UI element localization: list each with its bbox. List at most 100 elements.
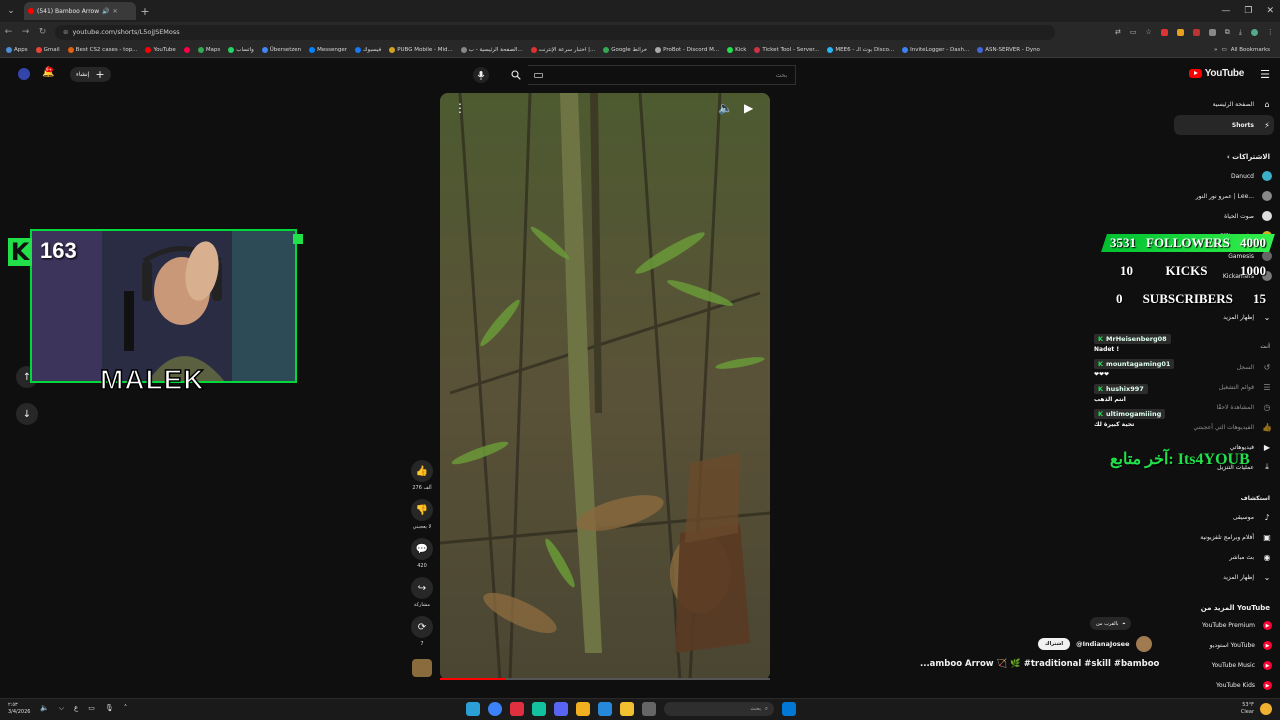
sidebar-item-explore[interactable]: أفلام وبرامج تلفزيونية ▣ bbox=[1200, 532, 1272, 542]
bookmark-item[interactable]: ASN-SERVER - Dyno bbox=[977, 46, 1040, 53]
location-chip[interactable]: بالقرب من ⌖ bbox=[1090, 617, 1132, 630]
voice-search-button[interactable] bbox=[473, 67, 489, 83]
sidebar-item-explore[interactable]: موسيقى ♪ bbox=[1233, 512, 1272, 522]
bookmark-item[interactable]: Kick bbox=[727, 46, 746, 53]
taskbar-clock[interactable]: ٢:٥٣ 3/4/2026 bbox=[8, 702, 30, 716]
site-info-icon[interactable]: ⊜ bbox=[63, 28, 68, 36]
search-input[interactable]: بحث bbox=[528, 65, 796, 85]
extension-shield-icon[interactable] bbox=[1192, 28, 1200, 36]
bookmark-item[interactable]: الصفحة الرئيسية - ب... bbox=[460, 46, 523, 53]
bookmark-item[interactable]: Best CS2 cases - top... bbox=[67, 46, 137, 53]
create-button[interactable]: إنشاء + bbox=[70, 67, 111, 82]
bookmark-item[interactable]: Gmail bbox=[35, 46, 60, 53]
subscriptions-heading[interactable]: ‹ الاشتراكات bbox=[1227, 153, 1270, 161]
windows-start-icon[interactable] bbox=[782, 702, 796, 716]
extensions-puzzle-icon[interactable]: ⧉ bbox=[1225, 28, 1230, 37]
speaker-icon[interactable]: 🔈 bbox=[40, 704, 49, 713]
sidebar-subscription[interactable]: صوت الحياة bbox=[1224, 211, 1272, 221]
account-avatar[interactable] bbox=[18, 68, 30, 80]
bookmark-item[interactable] bbox=[183, 46, 190, 53]
hamburger-menu-icon[interactable]: ☰ bbox=[1260, 68, 1270, 81]
dislike-button[interactable]: 👎 bbox=[411, 499, 433, 521]
like-button[interactable]: 👍 bbox=[411, 460, 433, 482]
bookmark-item[interactable]: YouTube bbox=[145, 46, 176, 53]
sidebar-item-home[interactable]: الصفحة الرئيسية ⌂ bbox=[1213, 99, 1272, 109]
taskview-icon[interactable] bbox=[642, 702, 656, 716]
window-close-icon[interactable]: ✕ bbox=[1266, 6, 1274, 16]
sidebar-subscription[interactable]: عمرو نور النور | Lee... bbox=[1196, 191, 1272, 201]
bookmark-item[interactable]: MEE6 - بوت الـ Disco... bbox=[827, 46, 894, 53]
tab-search-icon[interactable]: ⌄ bbox=[0, 0, 22, 22]
you-heading[interactable]: أنت bbox=[1260, 344, 1270, 350]
bookmark-item[interactable]: Google خرائط bbox=[603, 46, 647, 53]
channel-avatar[interactable] bbox=[1135, 636, 1152, 652]
sidebar-item-more[interactable]: YouTube Kids ▶ bbox=[1216, 681, 1272, 690]
sidebar-item-more[interactable]: استوديو YouTube ▶ bbox=[1210, 641, 1272, 650]
play-icon[interactable]: ▶ bbox=[744, 101, 753, 115]
steam-app-icon[interactable] bbox=[510, 702, 524, 716]
photos-app-icon[interactable] bbox=[576, 702, 590, 716]
tab-audio-icon[interactable]: 🔊 bbox=[102, 8, 109, 15]
sidebar-subscription[interactable]: Gamesis bbox=[1228, 251, 1272, 261]
remix-button[interactable]: ⟳ bbox=[411, 616, 433, 638]
bookmark-item[interactable]: Maps bbox=[197, 46, 220, 53]
edge-app-icon[interactable] bbox=[598, 702, 612, 716]
back-icon[interactable]: ← bbox=[0, 27, 17, 37]
sidebar-item-shorts[interactable]: Shorts ⚡ bbox=[1232, 120, 1272, 130]
bookmark-item[interactable]: ProBot - Discord M... bbox=[655, 46, 719, 53]
bookmark-item[interactable]: Übersetzen bbox=[261, 46, 301, 53]
shorts-video-player[interactable]: ⋮ 🔈 ▶ bbox=[440, 93, 770, 680]
minimize-icon[interactable]: — bbox=[1221, 6, 1230, 16]
sidebar-item-more[interactable]: YouTube Premium ▶ bbox=[1202, 621, 1272, 630]
sidebar-item-more[interactable]: YouTube Music ▶ bbox=[1212, 661, 1272, 670]
tab-close-icon[interactable]: ✕ bbox=[113, 8, 118, 15]
comments-button[interactable]: 💬 bbox=[411, 538, 433, 560]
taskbar-search[interactable]: بحث ⌕ bbox=[664, 702, 774, 716]
extension-orange-icon[interactable] bbox=[1176, 28, 1184, 36]
network-icon[interactable]: ⌵ bbox=[59, 704, 64, 713]
sound-thumbnail[interactable] bbox=[412, 659, 432, 677]
file-explorer-icon[interactable] bbox=[620, 702, 634, 716]
bookmark-item[interactable]: Messenger bbox=[309, 46, 347, 53]
tray-overflow-icon[interactable]: ˄ bbox=[124, 704, 128, 713]
whatsapp-app-icon[interactable] bbox=[532, 702, 546, 716]
youtube-logo[interactable]: YouTube bbox=[1188, 68, 1244, 79]
search-button[interactable] bbox=[506, 65, 526, 85]
new-tab-button[interactable]: + bbox=[136, 5, 154, 18]
weather-widget[interactable]: 53°F Clear bbox=[1241, 702, 1272, 716]
bookmark-item[interactable]: واتساب bbox=[228, 46, 254, 53]
next-short-button[interactable]: ↓ bbox=[16, 403, 38, 425]
discord-app-icon[interactable] bbox=[554, 702, 568, 716]
battery-icon[interactable]: ▭ bbox=[88, 704, 95, 713]
all-bookmarks-button[interactable]: » ▭ All Bookmarks bbox=[1208, 42, 1270, 57]
translate-icon[interactable]: ⇄ bbox=[1115, 28, 1121, 36]
channel-handle[interactable]: @IndianaJosee bbox=[1076, 640, 1129, 648]
sidebar-item-explore[interactable]: إظهار المزيد ⌄ bbox=[1223, 572, 1272, 582]
telegram-app-icon[interactable] bbox=[466, 702, 480, 716]
chrome-app-icon[interactable] bbox=[488, 702, 502, 716]
reload-icon[interactable]: ↻ bbox=[34, 27, 51, 37]
subscribe-button[interactable]: اشتراك bbox=[1038, 638, 1071, 650]
bookmark-item[interactable]: Ticket Tool - Server... bbox=[754, 46, 819, 53]
url-field[interactable]: ⊜ youtube.com/shorts/L5ojJSEMoss bbox=[55, 24, 1055, 40]
bookmark-item[interactable]: InviteLogger - Dash... bbox=[902, 46, 969, 53]
share-button[interactable]: ↪ bbox=[411, 577, 433, 599]
profile-avatar-icon[interactable] bbox=[1250, 28, 1258, 36]
sidebar-subscription[interactable]: Danucd bbox=[1231, 171, 1272, 181]
bookmark-item[interactable]: PUBG Mobile - Mid... bbox=[389, 46, 453, 53]
volume-icon[interactable]: 🔈 bbox=[718, 101, 733, 115]
cast-icon[interactable]: ▭ bbox=[1130, 28, 1137, 36]
bookmark-star-icon[interactable]: ☆ bbox=[1146, 28, 1152, 36]
maximize-icon[interactable]: ❐ bbox=[1244, 6, 1252, 16]
bookmark-item[interactable]: Apps bbox=[6, 46, 28, 53]
bookmark-item[interactable]: فيسبوك bbox=[354, 46, 381, 53]
language-indicator[interactable]: ع bbox=[74, 704, 78, 713]
extension-red-icon[interactable] bbox=[1160, 28, 1168, 36]
browser-menu-icon[interactable]: ⋮ bbox=[1267, 28, 1274, 36]
keyboard-icon[interactable] bbox=[534, 72, 543, 78]
video-more-icon[interactable]: ⋮ bbox=[454, 101, 466, 115]
extension-grey-icon[interactable] bbox=[1208, 28, 1216, 36]
sidebar-show-more[interactable]: إظهار المزيد ⌄ bbox=[1223, 312, 1272, 322]
browser-tab-active[interactable]: (541) Bamboo Arrow 🔊 ✕ bbox=[24, 2, 136, 20]
forward-icon[interactable]: → bbox=[17, 27, 34, 37]
